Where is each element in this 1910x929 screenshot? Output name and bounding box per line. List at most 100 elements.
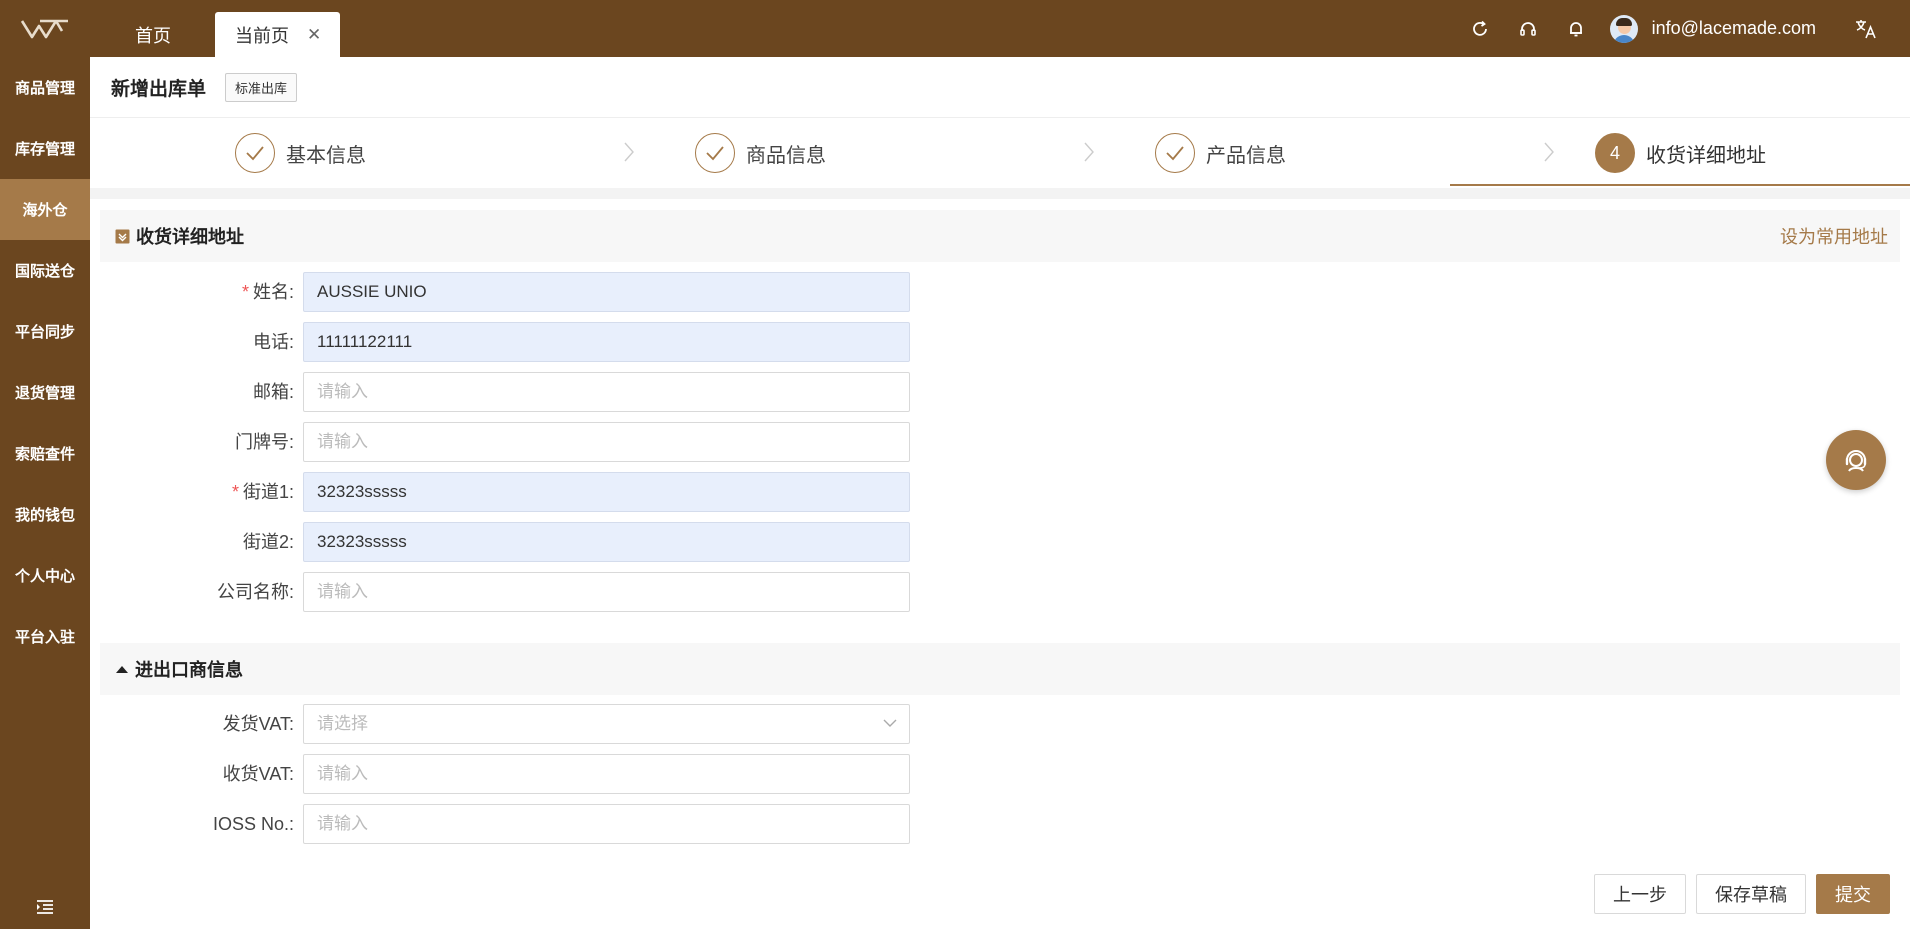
- email-label: 邮箱:: [252, 382, 294, 402]
- bell-icon[interactable]: [1552, 0, 1600, 57]
- house-number-field[interactable]: 请输入: [303, 422, 910, 462]
- sidebar: 商品管理 库存管理 海外仓 国际送仓 平台同步 退货管理 索赔查件 我的钱包 个…: [0, 57, 90, 929]
- sidebar-item-label: 平台入驻: [14, 629, 75, 646]
- company-label: 公司名称:: [216, 582, 294, 602]
- logo[interactable]: [0, 0, 90, 57]
- sidebar-item-platform-sync[interactable]: 平台同步: [0, 301, 90, 362]
- page-header: 新增出库单 标准出库: [90, 57, 1910, 118]
- street1-field[interactable]: 32323sssss: [303, 472, 910, 512]
- close-icon[interactable]: ✕: [307, 25, 321, 45]
- section-title: 收货详细地址: [136, 227, 244, 247]
- set-common-address-link[interactable]: 设为常用地址: [1780, 223, 1888, 249]
- house-number-label: 门牌号:: [234, 432, 294, 452]
- prev-step-button[interactable]: 上一步: [1594, 874, 1686, 914]
- sidebar-item-label: 我的钱包: [14, 507, 75, 524]
- step-shipping-address[interactable]: 4 收货详细地址: [1595, 118, 1766, 188]
- step-label: 基本信息: [286, 144, 366, 167]
- top-bar: 首页 当前页 ✕ info@lacemade.com: [0, 0, 1910, 57]
- receiver-vat-label: 收货VAT:: [222, 764, 294, 784]
- name-field[interactable]: AUSSIE UNIO: [303, 272, 910, 312]
- field-row-name: * 姓名: AUSSIE UNIO: [90, 272, 1090, 312]
- phone-label: 电话:: [252, 332, 294, 352]
- save-draft-button[interactable]: 保存草稿: [1696, 874, 1806, 914]
- field-row-email: 邮箱: 请输入: [90, 372, 1090, 412]
- street2-label: 街道2:: [242, 532, 294, 552]
- translate-icon[interactable]: [1842, 0, 1890, 57]
- sidebar-item-international-delivery[interactable]: 国际送仓: [0, 240, 90, 301]
- user-email: info@lacemade.com: [1651, 18, 1816, 38]
- ioss-field[interactable]: 请输入: [303, 804, 910, 844]
- step-label: 收货详细地址: [1646, 144, 1766, 167]
- receiver-vat-field[interactable]: 请输入: [303, 754, 910, 794]
- chevron-right-icon: [623, 141, 635, 168]
- customer-service-button[interactable]: [1826, 430, 1886, 490]
- tab-current[interactable]: 当前页 ✕: [215, 12, 340, 57]
- shipper-vat-label: 发货VAT:: [222, 714, 294, 734]
- check-icon: [1155, 133, 1195, 173]
- user-menu[interactable]: info@lacemade.com: [1609, 14, 1816, 43]
- step-number: 4: [1595, 133, 1635, 173]
- step-goods-info[interactable]: 商品信息: [695, 118, 826, 188]
- collapse-menu-icon[interactable]: [0, 885, 90, 929]
- phone-field[interactable]: 11111122111: [303, 322, 910, 362]
- check-icon: [695, 133, 735, 173]
- collapse-icon: [115, 229, 130, 243]
- sidebar-item-label: 国际送仓: [14, 263, 75, 280]
- field-row-shipper-vat: 发货VAT: 请选择: [90, 704, 1090, 744]
- sidebar-item-inventory[interactable]: 库存管理: [0, 118, 90, 179]
- main-content: 新增出库单 标准出库 基本信息 商品信息 产品信息 4 收货详细地址 收货详细地…: [90, 57, 1910, 929]
- steps: 基本信息 商品信息 产品信息 4 收货详细地址: [90, 118, 1910, 188]
- sidebar-item-label: 个人中心: [14, 568, 75, 585]
- sidebar-item-platform-join[interactable]: 平台入驻: [0, 606, 90, 667]
- headset-icon[interactable]: [1504, 0, 1552, 57]
- street1-label: * 街道1:: [231, 482, 294, 502]
- field-row-company: 公司名称: 请输入: [90, 572, 1090, 612]
- avatar: [1609, 14, 1638, 43]
- refresh-icon[interactable]: [1456, 0, 1504, 57]
- tab-home[interactable]: 首页: [110, 12, 196, 57]
- field-row-street1: * 街道1: 32323sssss: [90, 472, 1090, 512]
- sidebar-item-product[interactable]: 商品管理: [0, 57, 90, 118]
- top-actions: info@lacemade.com: [1456, 0, 1910, 57]
- page-title: 新增出库单: [111, 78, 207, 100]
- shipper-vat-select[interactable]: 请选择: [303, 704, 910, 744]
- outbound-type-tag: 标准出库: [225, 72, 298, 102]
- field-row-ioss: IOSS No.: 请输入: [90, 804, 1090, 844]
- section-title: 进出口商信息: [135, 660, 243, 680]
- sidebar-item-claims[interactable]: 索赔查件: [0, 423, 90, 484]
- company-field[interactable]: 请输入: [303, 572, 910, 612]
- field-row-phone: 电话: 11111122111: [90, 322, 1090, 362]
- logo-icon: [20, 19, 68, 38]
- chevron-right-icon: [1083, 141, 1095, 168]
- sidebar-item-returns[interactable]: 退货管理: [0, 362, 90, 423]
- import-section-header[interactable]: 进出口商信息: [100, 643, 1900, 695]
- sidebar-item-label: 商品管理: [14, 80, 75, 97]
- street2-field[interactable]: 32323sssss: [303, 522, 910, 562]
- tab-current-label: 当前页: [235, 25, 289, 46]
- support-agent-icon: [1845, 450, 1867, 472]
- step-basic-info[interactable]: 基本信息: [235, 118, 366, 188]
- chevron-right-icon: [1543, 141, 1555, 168]
- check-icon: [235, 133, 275, 173]
- form-actions: 上一步 保存草稿 提交: [1584, 874, 1890, 914]
- divider: [90, 188, 1910, 199]
- tab-home-label: 首页: [135, 25, 171, 46]
- ioss-label: IOSS No.:: [212, 814, 294, 834]
- email-field[interactable]: 请输入: [303, 372, 910, 412]
- field-row-house-number: 门牌号: 请输入: [90, 422, 1090, 462]
- step-product-info[interactable]: 产品信息: [1155, 118, 1286, 188]
- caret-up-icon: [116, 666, 128, 673]
- sidebar-item-label: 平台同步: [14, 324, 75, 341]
- sidebar-item-wallet[interactable]: 我的钱包: [0, 484, 90, 545]
- sidebar-item-label: 退货管理: [14, 385, 75, 402]
- name-label: * 姓名:: [241, 282, 294, 302]
- step-label: 产品信息: [1206, 144, 1286, 167]
- sidebar-item-label: 海外仓: [22, 202, 68, 219]
- submit-button[interactable]: 提交: [1816, 874, 1890, 914]
- address-section-header[interactable]: 收货详细地址 设为常用地址: [100, 210, 1900, 262]
- sidebar-item-profile[interactable]: 个人中心: [0, 545, 90, 606]
- field-row-receiver-vat: 收货VAT: 请输入: [90, 754, 1090, 794]
- step-label: 商品信息: [746, 144, 826, 167]
- active-step-underline: [1450, 184, 1910, 186]
- sidebar-item-overseas-warehouse[interactable]: 海外仓: [0, 179, 90, 240]
